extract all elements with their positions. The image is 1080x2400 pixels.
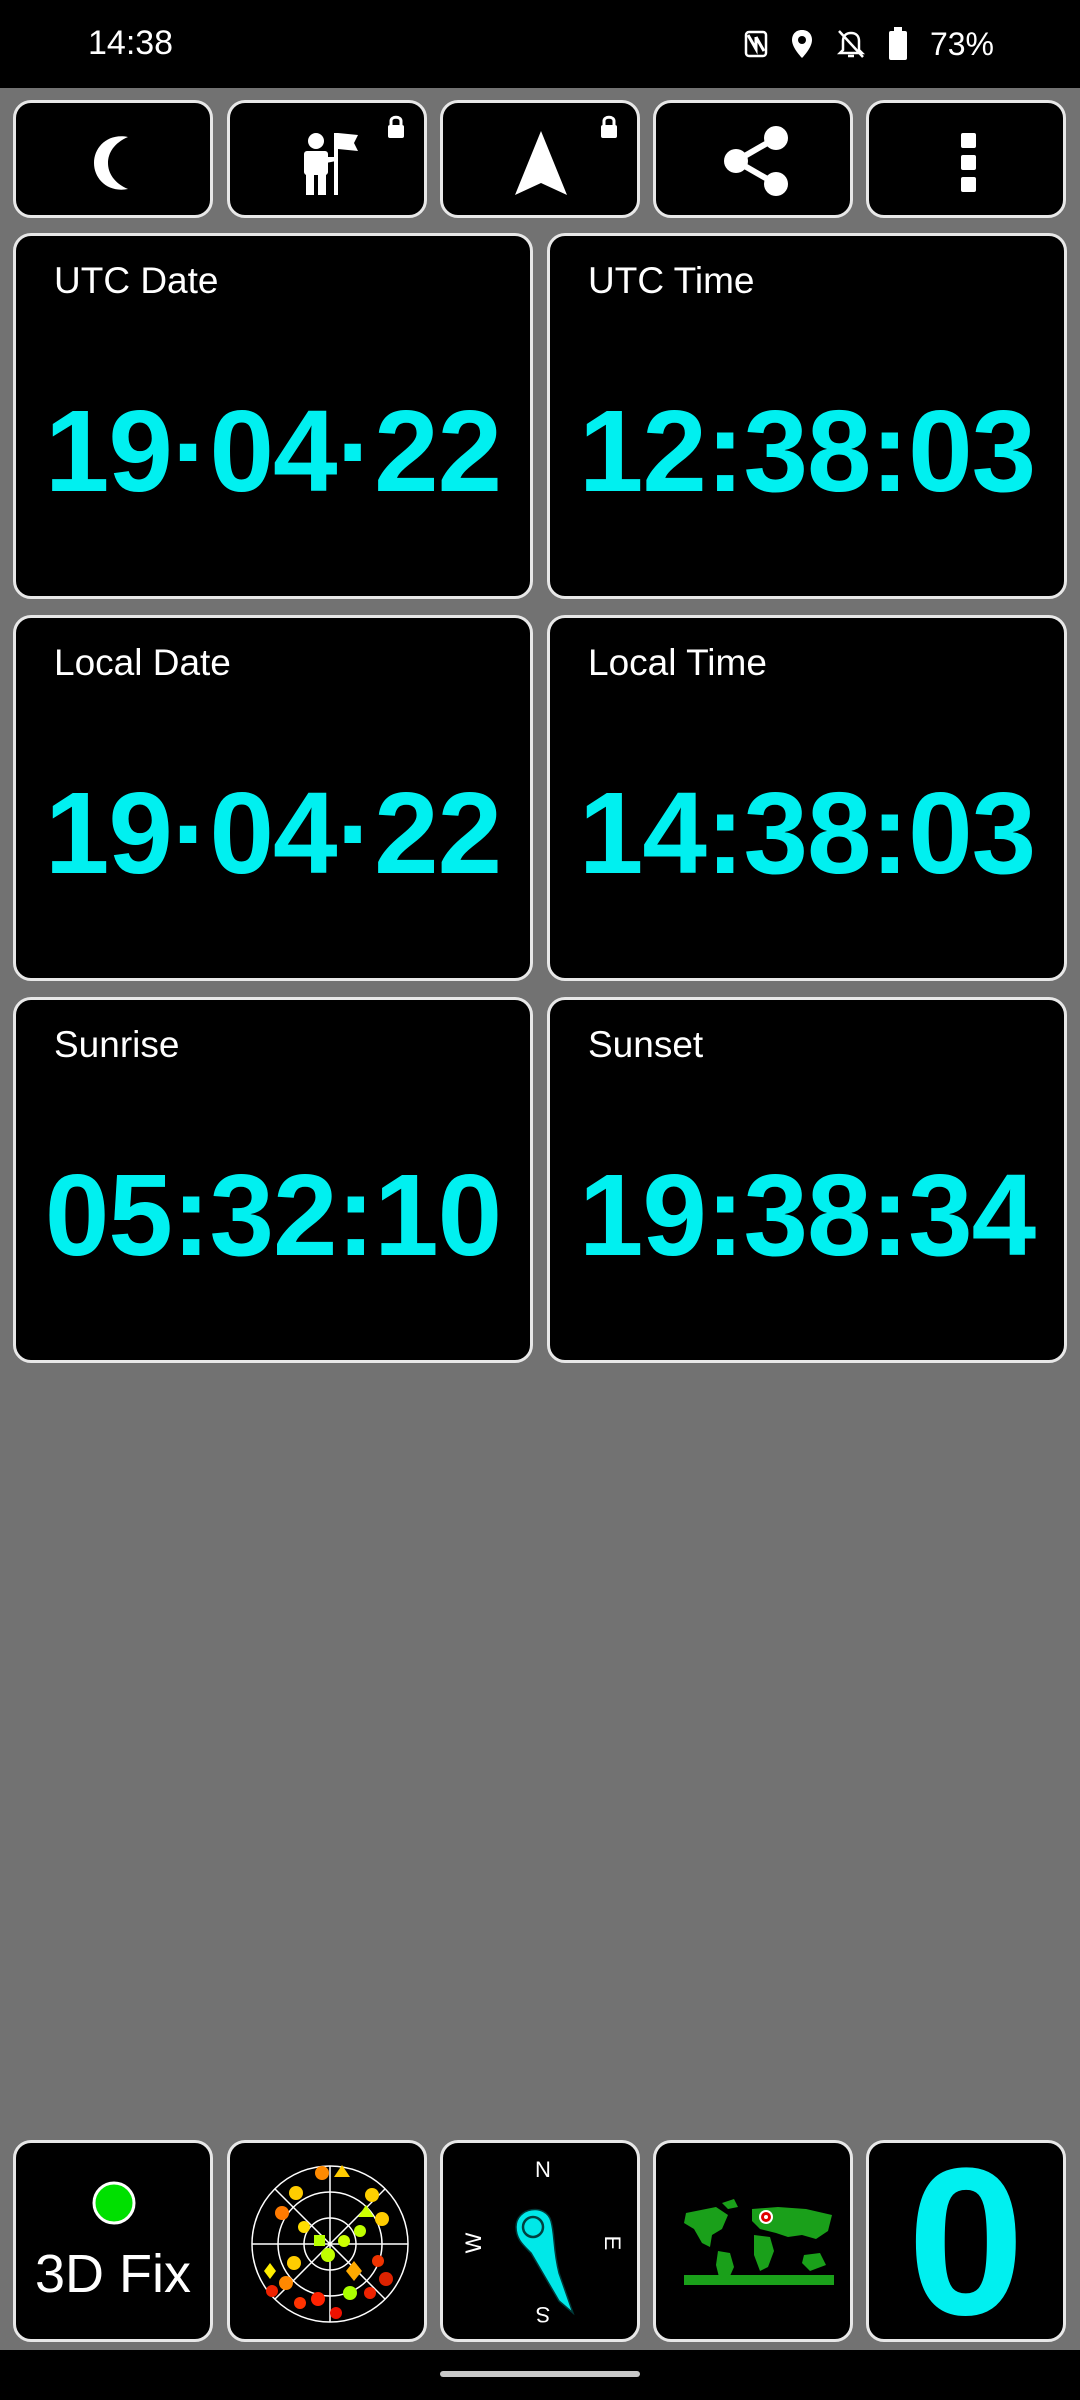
utc-date-card[interactable]: UTC Date 19·04·22 bbox=[13, 233, 533, 599]
sunset-card[interactable]: Sunset 19:38:34 bbox=[547, 997, 1067, 1363]
location-icon bbox=[791, 30, 812, 58]
compass-w-label: W bbox=[461, 2232, 486, 2253]
card-label: Sunrise bbox=[54, 1024, 180, 1065]
card-value: 14:38:03 bbox=[578, 768, 1036, 898]
utc-time-card[interactable]: UTC Time 12:38:03 bbox=[547, 233, 1067, 599]
satellite-skyplot-icon bbox=[251, 2165, 409, 2323]
compass-s-label: S bbox=[536, 2302, 551, 2327]
card-value: 05:32:10 bbox=[44, 1150, 502, 1280]
night-mode-button[interactable] bbox=[13, 100, 213, 218]
compass-e-label: E bbox=[600, 2236, 625, 2251]
toolbar bbox=[0, 100, 1080, 220]
card-label: Local Time bbox=[588, 642, 767, 683]
world-map-icon bbox=[684, 2199, 834, 2285]
card-value: 19:38:34 bbox=[578, 1150, 1036, 1280]
moon-icon bbox=[94, 136, 128, 190]
local-date-card[interactable]: Local Date 19·04·22 bbox=[13, 615, 533, 981]
card-value: 12:38:03 bbox=[578, 386, 1036, 516]
card-value: 19·04·22 bbox=[44, 768, 502, 898]
status-icons: 73% bbox=[744, 22, 994, 66]
satellite-count: 0 bbox=[907, 2124, 1025, 2359]
compass-icon: N S E W bbox=[461, 2157, 625, 2327]
satellite-count-button[interactable]: 0 bbox=[866, 2137, 1066, 2347]
share-icon bbox=[724, 126, 788, 196]
notifications-off-icon bbox=[836, 30, 865, 58]
sky-view-button[interactable] bbox=[227, 2140, 427, 2342]
share-button[interactable] bbox=[653, 100, 853, 218]
card-label: UTC Time bbox=[588, 260, 755, 301]
compass-n-label: N bbox=[535, 2157, 551, 2182]
sunrise-card[interactable]: Sunrise 05:32:10 bbox=[13, 997, 533, 1363]
waypoint-button[interactable] bbox=[227, 100, 427, 218]
battery-icon bbox=[888, 27, 907, 60]
card-value: 19·04·22 bbox=[44, 386, 502, 516]
nfc-icon bbox=[744, 30, 768, 58]
navigation-button[interactable] bbox=[440, 100, 640, 218]
overflow-menu-button[interactable] bbox=[866, 100, 1066, 218]
world-map-button[interactable] bbox=[653, 2140, 853, 2342]
gps-fix-button[interactable]: 3D Fix bbox=[13, 2140, 213, 2342]
fix-status-label: 3D Fix bbox=[34, 2244, 191, 2304]
lock-icon bbox=[601, 115, 617, 138]
status-clock: 14:38 bbox=[88, 24, 174, 62]
status-bar: 14:38 73% bbox=[0, 0, 1080, 88]
lock-icon bbox=[388, 115, 404, 138]
card-label: Sunset bbox=[588, 1024, 704, 1065]
card-label: UTC Date bbox=[54, 260, 219, 301]
card-label: Local Date bbox=[54, 642, 231, 683]
local-time-card[interactable]: Local Time 14:38:03 bbox=[547, 615, 1067, 981]
home-gesture-handle[interactable] bbox=[440, 2371, 640, 2377]
more-vert-icon bbox=[961, 133, 976, 192]
navigation-bar bbox=[0, 2350, 1080, 2400]
battery-percent: 73% bbox=[929, 25, 994, 62]
compass-button[interactable]: N S E W bbox=[440, 2140, 640, 2342]
